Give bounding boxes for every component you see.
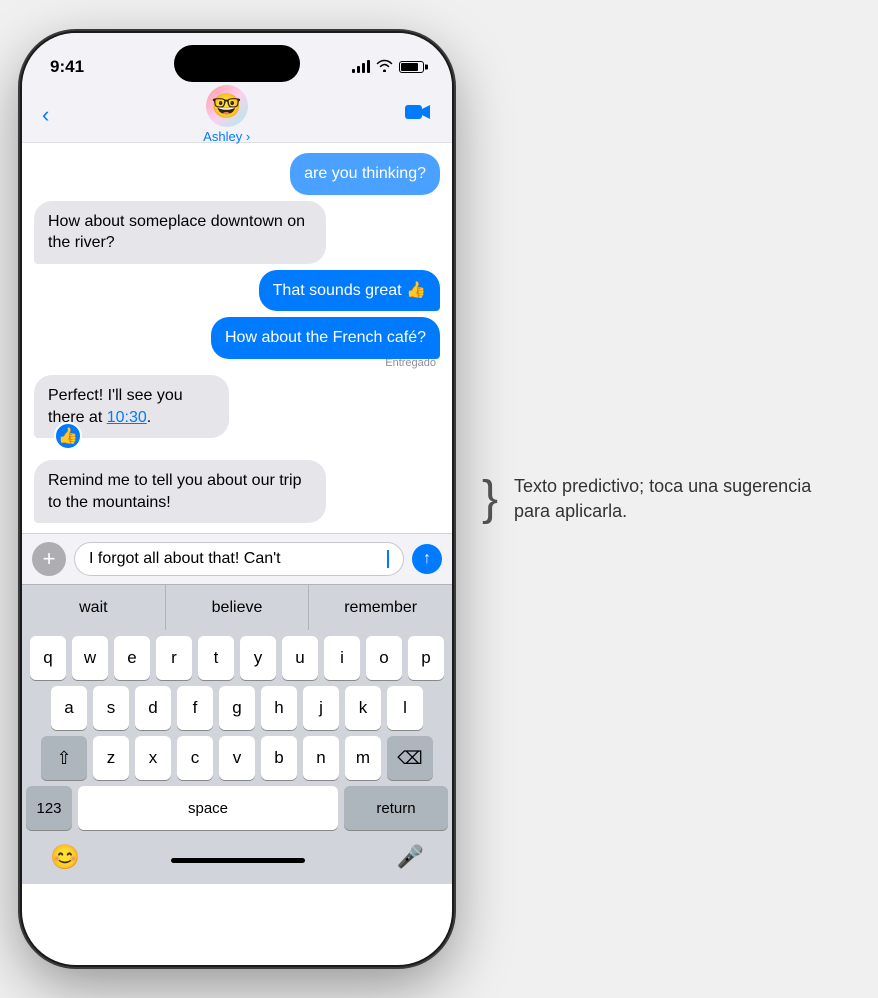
key-z[interactable]: z xyxy=(93,736,129,780)
key-i[interactable]: i xyxy=(324,636,360,680)
bracket-icon: } xyxy=(482,475,498,523)
message-text: Remind me to tell you about our trip to … xyxy=(48,472,301,511)
message-text: are you thinking? xyxy=(304,165,426,182)
keyboard: q w e r t y u i o p a s d f g h j k l ⇧ … xyxy=(22,630,452,840)
input-area: + I forgot all about that! Can't ↑ xyxy=(22,533,452,584)
battery-icon xyxy=(399,61,424,73)
add-attachment-button[interactable]: + xyxy=(32,542,66,576)
key-v[interactable]: v xyxy=(219,736,255,780)
key-h[interactable]: h xyxy=(261,686,297,730)
key-t[interactable]: t xyxy=(198,636,234,680)
wifi-icon xyxy=(376,59,393,75)
key-u[interactable]: u xyxy=(282,636,318,680)
key-j[interactable]: j xyxy=(303,686,339,730)
input-text: I forgot all about that! Can't xyxy=(89,550,281,568)
keyboard-row-1: q w e r t y u i o p xyxy=(26,636,448,680)
annotation-area: } Texto predictivo; toca una sugerencia … xyxy=(452,0,878,998)
message-text: How about someplace downtown on the rive… xyxy=(48,213,305,252)
tapback-badge: 👍 xyxy=(54,422,82,450)
message-bubble-received: How about someplace downtown on the rive… xyxy=(34,201,326,264)
message-row: Perfect! I'll see you there at 10:30. 👍 xyxy=(34,375,440,438)
key-q[interactable]: q xyxy=(30,636,66,680)
nav-bar: ‹ 🤓 Ashley › xyxy=(22,87,452,143)
return-key[interactable]: return xyxy=(344,786,448,830)
contact-name: Ashley › xyxy=(203,129,250,144)
predictive-word-2[interactable]: believe xyxy=(166,585,310,630)
key-d[interactable]: d xyxy=(135,686,171,730)
time-link[interactable]: 10:30 xyxy=(107,409,147,426)
message-bubble-sent: How about the French café? xyxy=(211,317,440,359)
back-button[interactable]: ‹ xyxy=(42,104,49,126)
text-cursor xyxy=(387,550,389,568)
key-k[interactable]: k xyxy=(345,686,381,730)
key-c[interactable]: c xyxy=(177,736,213,780)
key-r[interactable]: r xyxy=(156,636,192,680)
message-text: How about the French café? xyxy=(225,329,426,346)
message-text: Perfect! I'll see you there at 10:30. xyxy=(48,387,183,426)
message-input-field[interactable]: I forgot all about that! Can't xyxy=(74,542,404,576)
bottom-bar: 😊 🎤 xyxy=(22,840,452,884)
key-f[interactable]: f xyxy=(177,686,213,730)
home-indicator[interactable] xyxy=(171,858,305,863)
message-row: How about the French café? xyxy=(34,317,440,359)
key-b[interactable]: b xyxy=(261,736,297,780)
message-row: That sounds great 👍 xyxy=(34,270,440,312)
key-x[interactable]: x xyxy=(135,736,171,780)
message-bubble-sent: are you thinking? xyxy=(290,153,440,195)
status-icons xyxy=(352,59,424,75)
keyboard-row-3: ⇧ z x c v b n m ⌫ xyxy=(26,736,448,780)
predictive-text-bar: wait believe remember xyxy=(22,584,452,630)
shift-key[interactable]: ⇧ xyxy=(41,736,87,780)
key-m[interactable]: m xyxy=(345,736,381,780)
key-s[interactable]: s xyxy=(93,686,129,730)
emoji-button[interactable]: 😊 xyxy=(50,843,80,872)
key-y[interactable]: y xyxy=(240,636,276,680)
keyboard-row-2: a s d f g h j k l xyxy=(26,686,448,730)
key-n[interactable]: n xyxy=(303,736,339,780)
key-g[interactable]: g xyxy=(219,686,255,730)
send-button[interactable]: ↑ xyxy=(412,544,442,574)
annotation-bracket: } Texto predictivo; toca una sugerencia … xyxy=(482,474,848,524)
key-e[interactable]: e xyxy=(114,636,150,680)
key-p[interactable]: p xyxy=(408,636,444,680)
message-row: How about someplace downtown on the rive… xyxy=(34,201,440,264)
space-key[interactable]: space xyxy=(78,786,338,830)
message-row: are you thinking? xyxy=(34,153,440,195)
status-time: 9:41 xyxy=(50,57,84,77)
message-bubble-received: Remind me to tell you about our trip to … xyxy=(34,460,326,523)
key-l[interactable]: l xyxy=(387,686,423,730)
contact-header[interactable]: 🤓 Ashley › xyxy=(203,85,250,144)
keyboard-row-4: 123 space return xyxy=(26,786,448,830)
annotation-text: Texto predictivo; toca una sugerencia pa… xyxy=(514,474,848,524)
message-group: How about the French café? Entregado xyxy=(34,317,440,369)
signal-icon xyxy=(352,61,370,73)
microphone-button[interactable]: 🎤 xyxy=(397,844,424,870)
video-call-button[interactable] xyxy=(404,102,432,128)
message-bubble-sent: That sounds great 👍 xyxy=(259,270,440,312)
dynamic-island xyxy=(174,45,300,82)
delete-key[interactable]: ⌫ xyxy=(387,736,433,780)
message-text: That sounds great 👍 xyxy=(273,282,426,299)
key-o[interactable]: o xyxy=(366,636,402,680)
key-w[interactable]: w xyxy=(72,636,108,680)
back-chevron-icon: ‹ xyxy=(42,104,49,126)
predictive-word-3[interactable]: remember xyxy=(309,585,452,630)
message-row: Remind me to tell you about our trip to … xyxy=(34,460,440,523)
avatar: 🤓 xyxy=(206,85,248,127)
messages-area: are you thinking? How about someplace do… xyxy=(22,143,452,533)
predictive-word-1[interactable]: wait xyxy=(22,585,166,630)
key-a[interactable]: a xyxy=(51,686,87,730)
numbers-key[interactable]: 123 xyxy=(26,786,72,830)
phone-frame: 9:41 ‹ 🤓 xyxy=(22,33,452,965)
